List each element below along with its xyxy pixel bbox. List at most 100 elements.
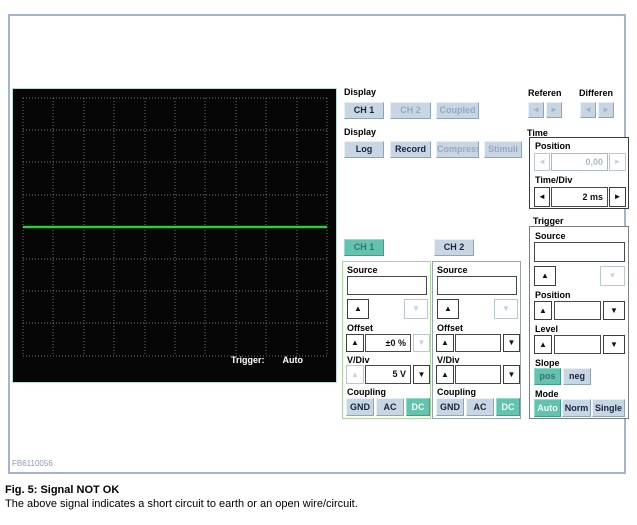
coupled-display-button[interactable]: Coupled	[436, 102, 479, 119]
ch2-coupling-dc-button[interactable]: DC	[496, 398, 520, 416]
ch2-display-button[interactable]: CH 2	[390, 102, 431, 119]
time-div-increment-button[interactable]: ►	[609, 187, 626, 207]
ch1-coupling-gnd-button[interactable]: GND	[346, 398, 374, 416]
trigger-position-label: Position	[535, 290, 571, 300]
down-arrow-icon: ▼	[502, 304, 510, 313]
ch1-source-down-button[interactable]: ▼	[404, 299, 428, 319]
left-arrow-icon: ◄	[532, 105, 540, 114]
ch2-tab-button[interactable]: CH 2	[434, 239, 474, 256]
slope-neg-button[interactable]: neg	[563, 368, 591, 385]
up-arrow-icon: ▲	[541, 271, 549, 280]
trigger-position-field[interactable]	[554, 301, 601, 320]
trigger-mode-label: Mode	[535, 389, 559, 399]
up-arrow-icon: ▲	[441, 370, 449, 379]
ch1-coupling-ac-button[interactable]: AC	[376, 398, 404, 416]
ch1-coupling-dc-button[interactable]: DC	[406, 398, 430, 416]
ch2-vdiv-down-button[interactable]: ▼	[503, 365, 520, 384]
time-div-field[interactable]: 2 ms	[551, 187, 608, 207]
up-arrow-icon: ▲	[354, 304, 362, 313]
caption-title: Fig. 5: Signal NOT OK	[5, 484, 119, 496]
trigger-position-up-button[interactable]: ▲	[534, 301, 552, 320]
referen-next-button[interactable]: ►	[546, 102, 562, 118]
mode-norm-button[interactable]: Norm	[562, 399, 591, 417]
down-arrow-icon: ▼	[508, 370, 516, 379]
trigger-section-label: Trigger	[533, 216, 564, 226]
ch2-source-field[interactable]	[437, 276, 517, 295]
ch2-vdiv-up-button[interactable]: ▲	[436, 365, 454, 384]
ch2-offset-up-button[interactable]: ▲	[436, 334, 454, 352]
down-arrow-icon: ▼	[418, 370, 426, 379]
down-arrow-icon: ▼	[418, 338, 426, 347]
display-channels-label: Display	[344, 87, 376, 97]
ch2-vdiv-field[interactable]	[455, 365, 501, 384]
ch2-source-up-button[interactable]: ▲	[437, 299, 459, 319]
ch1-offset-up-button[interactable]: ▲	[346, 334, 364, 352]
up-arrow-icon: ▲	[441, 338, 449, 347]
down-arrow-icon: ▼	[508, 338, 516, 347]
right-arrow-icon: ►	[614, 157, 622, 166]
trigger-source-up-button[interactable]: ▲	[534, 266, 556, 286]
ch2-coupling-gnd-button[interactable]: GND	[436, 398, 464, 416]
ch2-offset-down-button[interactable]: ▼	[503, 334, 520, 352]
trigger-level-label: Level	[535, 324, 558, 334]
ch2-source-down-button[interactable]: ▼	[494, 299, 518, 319]
ch1-display-button[interactable]: CH 1	[344, 102, 384, 119]
trigger-group: Source ▲ ▼ Position ▲ ▼ Level ▲ ▼ Slope …	[529, 226, 629, 419]
ch1-vdiv-field[interactable]: 5 V	[365, 365, 411, 384]
mode-single-button[interactable]: Single	[592, 399, 625, 417]
scope-grid	[13, 89, 336, 382]
up-arrow-icon: ▲	[444, 304, 452, 313]
ch2-coupling-label: Coupling	[437, 387, 476, 397]
trigger-slope-label: Slope	[535, 358, 560, 368]
ch1-vdiv-up-button[interactable]: ▲	[346, 365, 364, 384]
stimuli-button[interactable]: Stimuli	[484, 141, 522, 158]
ch1-coupling-label: Coupling	[347, 387, 386, 397]
differen-prev-button[interactable]: ◄	[580, 102, 596, 118]
trigger-source-down-button[interactable]: ▼	[600, 266, 625, 286]
ch2-panel: Source ▲ ▼ Offset ▲ ▼ V/Div ▲ ▼ Coupling…	[432, 261, 521, 419]
left-arrow-icon: ◄	[584, 105, 592, 114]
referen-label: Referen	[528, 88, 562, 98]
trigger-status-label: Trigger:	[231, 355, 265, 365]
record-button[interactable]: Record	[390, 141, 431, 158]
compress-button[interactable]: Compress	[436, 141, 479, 158]
time-position-decrement-button[interactable]: ◄	[534, 153, 550, 171]
trigger-source-field[interactable]	[534, 242, 625, 262]
ch1-offset-field[interactable]: ±0 %	[365, 334, 411, 352]
trigger-level-field[interactable]	[554, 335, 601, 354]
differen-label: Differen	[579, 88, 613, 98]
mode-auto-button[interactable]: Auto	[534, 399, 561, 417]
trigger-level-up-button[interactable]: ▲	[534, 335, 552, 354]
down-arrow-icon: ▼	[610, 340, 618, 349]
right-arrow-icon: ►	[550, 105, 558, 114]
time-position-increment-button[interactable]: ►	[609, 153, 626, 171]
up-arrow-icon: ▲	[539, 306, 547, 315]
ch1-vdiv-down-button[interactable]: ▼	[413, 365, 430, 384]
ch2-vdiv-label: V/Div	[437, 355, 460, 365]
time-div-decrement-button[interactable]: ◄	[534, 187, 550, 207]
scope-display: Trigger: Auto	[12, 88, 337, 383]
differen-next-button[interactable]: ►	[598, 102, 614, 118]
slope-pos-button[interactable]: pos	[534, 368, 561, 385]
ch2-source-label: Source	[437, 265, 468, 275]
right-arrow-icon: ►	[602, 105, 610, 114]
trigger-level-down-button[interactable]: ▼	[603, 335, 625, 354]
log-button[interactable]: Log	[344, 141, 384, 158]
time-position-label: Position	[535, 141, 571, 151]
up-arrow-icon: ▲	[351, 338, 359, 347]
ch1-source-up-button[interactable]: ▲	[347, 299, 369, 319]
ch1-vdiv-label: V/Div	[347, 355, 370, 365]
ch1-tab-button[interactable]: CH 1	[344, 239, 384, 256]
ch1-source-field[interactable]	[347, 276, 427, 295]
trigger-position-down-button[interactable]: ▼	[603, 301, 625, 320]
display-modes-label: Display	[344, 127, 376, 137]
down-arrow-icon: ▼	[412, 304, 420, 313]
ch1-offset-down-button[interactable]: ▼	[413, 334, 430, 352]
ch2-offset-field[interactable]	[455, 334, 501, 352]
time-position-field[interactable]: 0,00	[551, 153, 608, 171]
ch2-coupling-ac-button[interactable]: AC	[466, 398, 494, 416]
referen-prev-button[interactable]: ◄	[528, 102, 544, 118]
left-arrow-icon: ◄	[538, 192, 546, 201]
caption-body: The above signal indicates a short circu…	[5, 498, 358, 510]
figure-code: FB6110056	[12, 459, 53, 468]
